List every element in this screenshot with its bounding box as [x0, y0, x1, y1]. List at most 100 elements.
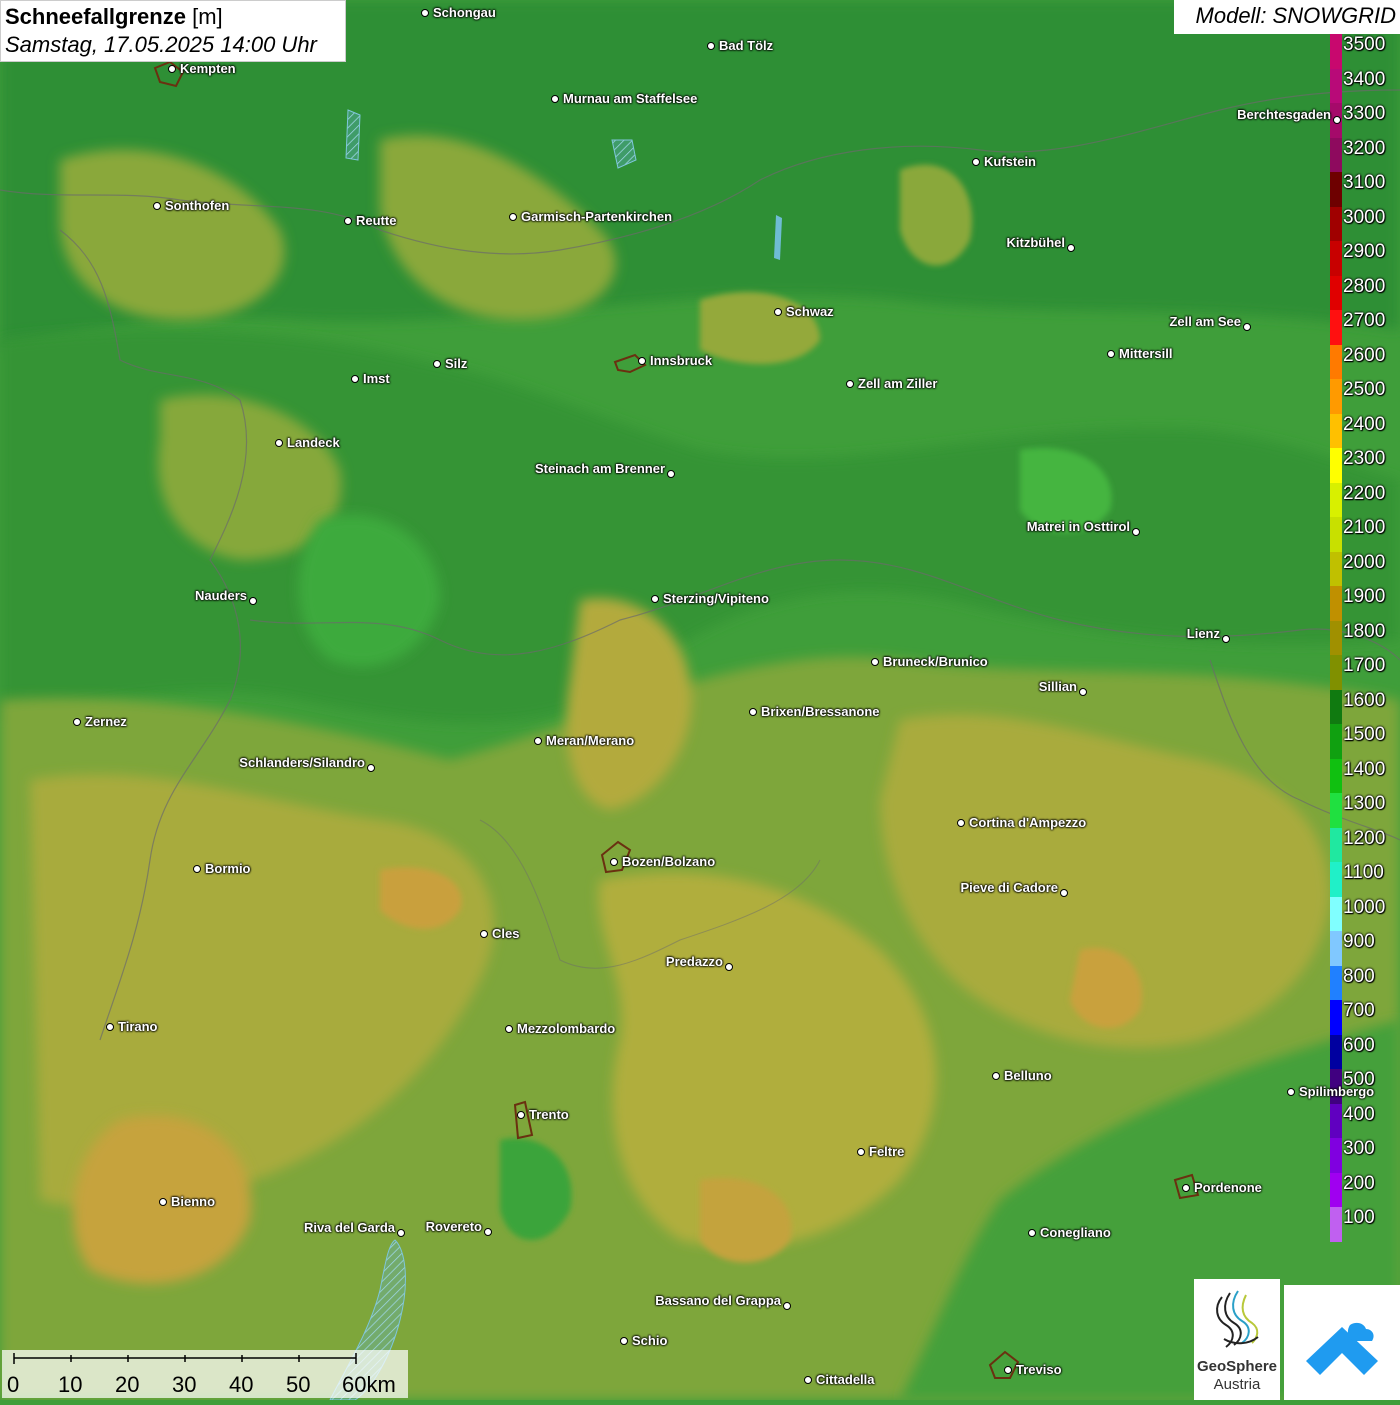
city-marker[interactable] [1004, 1366, 1012, 1374]
city-marker[interactable] [1132, 528, 1140, 536]
city-marker[interactable] [397, 1229, 405, 1237]
legend-swatch [1330, 413, 1342, 448]
city-marker[interactable] [774, 308, 782, 316]
city-marker[interactable] [484, 1228, 492, 1236]
city-marker[interactable] [1182, 1184, 1190, 1192]
legend-label: 1400 [1343, 758, 1386, 780]
city-label: Murnau am Staffelsee [563, 91, 698, 106]
legend-swatch [1330, 1138, 1342, 1173]
city-marker[interactable] [992, 1072, 1000, 1080]
city-marker[interactable] [153, 202, 161, 210]
city-marker[interactable] [667, 470, 675, 478]
city-marker[interactable] [168, 65, 176, 73]
city-marker[interactable] [957, 819, 965, 827]
city-marker[interactable] [620, 1337, 628, 1345]
city-label: Kitzbühel [1006, 235, 1066, 250]
color-legend: 3500 3400 3300 3200 3100 3000 2900 2800 2700 2600… [1328, 34, 1400, 1242]
legend-swatch [1330, 827, 1342, 862]
city-marker[interactable] [505, 1025, 513, 1033]
city-label: Silz [445, 356, 468, 371]
city-label: Mezzolombardo [517, 1021, 616, 1036]
legend-swatch [1330, 379, 1342, 414]
legend-swatch [1330, 241, 1342, 276]
city-label: Riva del Garda [303, 1220, 395, 1235]
city-marker[interactable] [73, 718, 81, 726]
city-marker[interactable] [1060, 889, 1068, 897]
city-marker[interactable] [249, 597, 257, 605]
city-marker[interactable] [1222, 635, 1230, 643]
legend-label: 2900 [1343, 241, 1386, 262]
city-marker[interactable] [344, 217, 352, 225]
legend-label: 1500 [1343, 724, 1386, 745]
city-marker[interactable] [421, 9, 429, 17]
city-marker[interactable] [857, 1148, 865, 1156]
city-label: Belluno [1004, 1068, 1052, 1083]
city-marker[interactable] [1067, 244, 1075, 252]
legend-label: 3200 [1343, 137, 1386, 159]
city-marker[interactable] [972, 158, 980, 166]
city-marker[interactable] [846, 380, 854, 388]
legend-label: 700 [1343, 1000, 1375, 1021]
city-marker[interactable] [1028, 1229, 1036, 1237]
city-marker[interactable] [193, 865, 201, 873]
city-marker[interactable] [638, 357, 646, 365]
city-label: Bruneck/Brunico [883, 654, 988, 669]
city-marker[interactable] [367, 764, 375, 772]
app-logo[interactable] [1284, 1285, 1400, 1400]
city-marker[interactable] [275, 439, 283, 447]
city-marker[interactable] [433, 360, 441, 368]
logo-line-2: Austria [1213, 1376, 1261, 1393]
city-marker[interactable] [749, 708, 757, 716]
city-label: Bassano del Grappa [655, 1293, 781, 1308]
legend-swatch [1330, 758, 1342, 793]
city-label: Feltre [869, 1144, 905, 1159]
city-marker[interactable] [804, 1376, 812, 1384]
city-marker[interactable] [1079, 688, 1087, 696]
city-label: Imst [363, 371, 390, 386]
city-marker[interactable] [651, 595, 659, 603]
city-label: Bad Tölz [719, 38, 774, 53]
city-marker[interactable] [480, 930, 488, 938]
city-marker[interactable] [517, 1111, 525, 1119]
city-label: Pieve di Cadore [960, 880, 1058, 895]
scale-label: 10 [58, 1372, 83, 1397]
legend-swatch [1330, 965, 1342, 1000]
city-marker[interactable] [534, 737, 542, 745]
city-marker[interactable] [106, 1023, 114, 1031]
legend-swatch [1330, 517, 1342, 552]
city-marker[interactable] [509, 213, 517, 221]
city-marker[interactable] [1287, 1088, 1295, 1096]
scale-label: 40 [229, 1372, 254, 1397]
city-marker[interactable] [551, 95, 559, 103]
legend-swatch [1330, 724, 1342, 759]
city-marker[interactable] [610, 858, 618, 866]
city-marker[interactable] [871, 658, 879, 666]
city-marker[interactable] [783, 1302, 791, 1310]
city-marker[interactable] [725, 963, 733, 971]
map-title: Schneefallgrenze [m] [5, 3, 341, 31]
legend-swatch [1330, 862, 1342, 897]
legend-swatch [1330, 68, 1342, 103]
geosphere-logo[interactable]: GeoSphere Austria [1194, 1279, 1280, 1400]
city-label: Nauders [194, 588, 247, 603]
legend-label: 1900 [1343, 586, 1386, 607]
scale-label: 60km [342, 1372, 396, 1397]
legend-swatch [1330, 448, 1342, 483]
legend-swatch [1330, 1172, 1342, 1207]
city-label: Mittersill [1119, 346, 1173, 361]
city-label: Zell am See [1169, 314, 1241, 329]
geosphere-emblem-icon [1216, 1290, 1259, 1348]
city-marker[interactable] [351, 375, 359, 383]
city-label: Bienno [171, 1194, 216, 1209]
city-marker[interactable] [707, 42, 715, 50]
city-marker[interactable] [1333, 116, 1341, 124]
city-marker[interactable] [159, 1198, 167, 1206]
legend-label: 3300 [1343, 103, 1386, 124]
scale-bar: 0 10 20 30 40 50 60km [2, 1350, 408, 1398]
city-marker[interactable] [1107, 350, 1115, 358]
legend-label: 2000 [1343, 551, 1386, 573]
city-label: Treviso [1016, 1362, 1062, 1377]
legend-label: 1000 [1343, 896, 1386, 918]
city-marker[interactable] [1243, 323, 1251, 331]
city-label: Trento [529, 1107, 569, 1122]
